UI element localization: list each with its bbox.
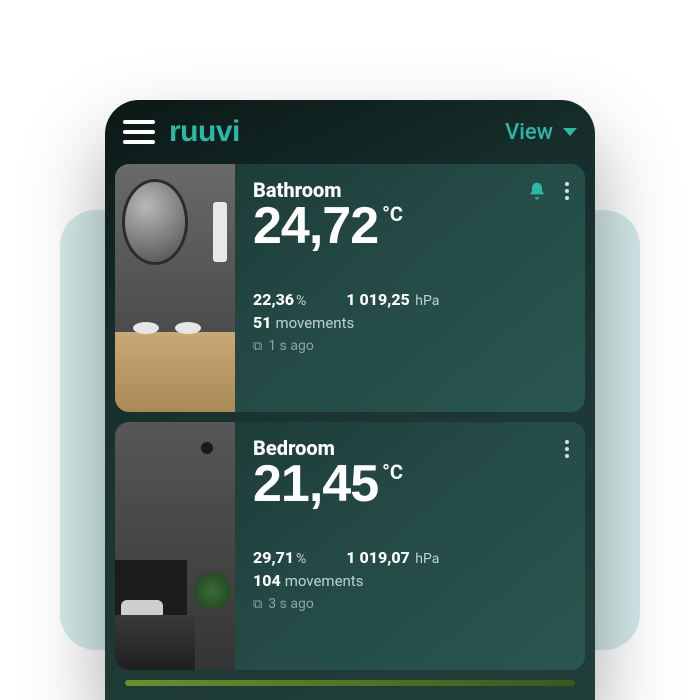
sensor-card-peek[interactable] — [125, 680, 575, 686]
last-seen: ⧉ 3 s ago — [253, 596, 571, 612]
chevron-down-icon — [563, 128, 577, 136]
pressure-metric: 1 019,07 hPa — [346, 548, 439, 567]
more-icon[interactable] — [561, 178, 573, 204]
more-icon[interactable] — [561, 436, 573, 462]
view-label: View — [505, 120, 553, 145]
temperature-value: 21,45 — [253, 458, 378, 510]
app-logo: ruuvi — [169, 115, 240, 149]
bluetooth-icon: ⧉ — [253, 339, 262, 354]
phone-frame: ruuvi View — [105, 100, 595, 700]
humidity-metric: 22,36% — [253, 290, 306, 309]
last-seen: ⧉ 1 s ago — [253, 338, 571, 354]
temperature-value: 24,72 — [253, 200, 378, 252]
pressure-metric: 1 019,25 hPa — [346, 290, 439, 309]
temperature-unit: °C — [382, 460, 403, 484]
sensor-image — [115, 422, 235, 670]
sensor-card[interactable]: Bedroom 21,45 °C 29,71% 1 019,07 hPa — [115, 422, 585, 670]
bell-icon[interactable] — [527, 181, 547, 201]
movements-metric: 104movements — [253, 571, 571, 590]
sensor-image — [115, 164, 235, 412]
sensor-card[interactable]: Bathroom 24,72 °C 22,36% 1 019,25 hPa — [115, 164, 585, 412]
temperature-unit: °C — [382, 202, 403, 226]
humidity-metric: 29,71% — [253, 548, 306, 567]
movements-metric: 51movements — [253, 313, 571, 332]
bluetooth-icon: ⧉ — [253, 597, 262, 612]
view-dropdown[interactable]: View — [505, 120, 577, 145]
top-bar: ruuvi View — [105, 100, 595, 164]
menu-icon[interactable] — [123, 120, 155, 144]
